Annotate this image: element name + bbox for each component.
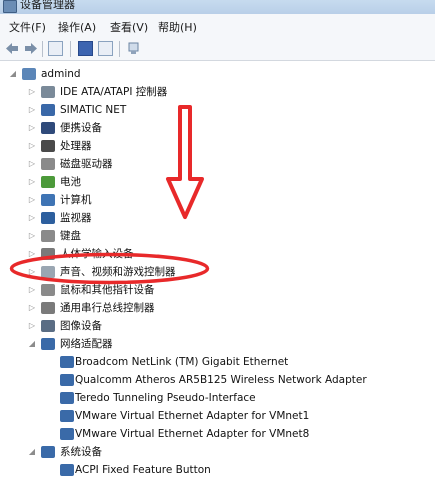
tree-node[interactable]: VMware Virtual Ethernet Adapter for VMne…: [0, 407, 435, 425]
tree-node[interactable]: ▷ 图像设备: [0, 317, 435, 335]
tree-node[interactable]: Broadcom NetLink (TM) Gigabit Ethernet: [0, 353, 435, 371]
network-adapter-icon: [60, 356, 74, 368]
tree-node[interactable]: ▷ 计算机: [0, 191, 435, 209]
tree-node-label: 通用串行总线控制器: [60, 302, 155, 314]
window-title: 设备管理器: [20, 0, 75, 11]
toolbar: [0, 38, 435, 61]
forward-icon[interactable]: [24, 41, 38, 56]
tree-node[interactable]: ◢ 网络适配器: [0, 335, 435, 353]
collapse-icon[interactable]: ◢: [8, 65, 18, 83]
tree-node[interactable]: ▷ 键盘: [0, 227, 435, 245]
tree-node[interactable]: ▷ 磁盘驱动器: [0, 155, 435, 173]
system-device-icon: [41, 446, 55, 458]
menu-view[interactable]: 查看(V): [110, 19, 148, 35]
tree-node[interactable]: ▷ IDE ATA/ATAPI 控制器: [0, 83, 435, 101]
expand-icon[interactable]: ▷: [27, 119, 37, 137]
tree-node[interactable]: ▷ 电池: [0, 173, 435, 191]
back-icon[interactable]: [5, 41, 19, 56]
menu-action[interactable]: 操作(A): [58, 19, 96, 35]
tree-node-label: 处理器: [60, 140, 92, 152]
expand-icon[interactable]: ▷: [27, 101, 37, 119]
tree-node[interactable]: ACPI Fixed Feature Button: [0, 461, 435, 479]
expand-icon[interactable]: ▷: [27, 317, 37, 335]
tree-node-label: VMware Virtual Ethernet Adapter for VMne…: [75, 410, 310, 422]
expand-icon[interactable]: ▷: [27, 137, 37, 155]
ide-controller-icon: [41, 86, 55, 98]
tree-node-label: VMware Virtual Ethernet Adapter for VMne…: [75, 428, 310, 440]
system-device-icon: [60, 464, 74, 476]
tree-node[interactable]: Qualcomm Atheros AR5B125 Wireless Networ…: [0, 371, 435, 389]
toolbar-separator: [119, 41, 120, 57]
tree-node-label: IDE ATA/ATAPI 控制器: [60, 86, 168, 98]
tree-node[interactable]: ▷ SIMATIC NET: [0, 101, 435, 119]
computer-icon: [22, 68, 36, 80]
collapse-icon[interactable]: ◢: [27, 443, 37, 461]
tree-node[interactable]: ◢ admind: [0, 65, 435, 83]
network-adapter-icon: [60, 374, 74, 386]
tree-node-label: Teredo Tunneling Pseudo-Interface: [75, 392, 256, 404]
menu-file[interactable]: 文件(F): [9, 19, 46, 35]
tree-node[interactable]: VMware Virtual Ethernet Adapter for VMne…: [0, 425, 435, 443]
tree-node[interactable]: ▷ 监视器: [0, 209, 435, 227]
expand-icon[interactable]: ▷: [27, 191, 37, 209]
tree-node-label: ACPI Fixed Feature Button: [75, 464, 211, 476]
tree-node[interactable]: ▷ 通用串行总线控制器: [0, 299, 435, 317]
tree-node-label: Qualcomm Atheros AR5B125 Wireless Networ…: [75, 374, 367, 386]
annotation-circle: [9, 252, 210, 285]
menu-bar: 文件(F) 操作(A) 查看(V) 帮助(H): [0, 14, 435, 39]
tree-node[interactable]: Teredo Tunneling Pseudo-Interface: [0, 389, 435, 407]
tree-node-label: admind: [41, 68, 81, 80]
tree-node[interactable]: ▷ 便携设备: [0, 119, 435, 137]
tree-node-label: SIMATIC NET: [60, 104, 127, 116]
disk-icon: [41, 158, 55, 170]
tree-node-label: 键盘: [60, 230, 81, 242]
tree-node-label: 磁盘驱动器: [60, 158, 113, 170]
portable-device-icon: [41, 122, 55, 134]
network-adapter-icon: [60, 428, 74, 440]
title-bar: 设备管理器: [0, 0, 435, 14]
tree-node[interactable]: ◢ 系统设备: [0, 443, 435, 461]
menu-help[interactable]: 帮助(H): [158, 19, 197, 35]
tree-node-label: 图像设备: [60, 320, 102, 332]
tree-node-label: 系统设备: [60, 446, 102, 458]
expand-icon[interactable]: ▷: [27, 227, 37, 245]
tree-node-label: 便携设备: [60, 122, 102, 134]
expand-icon[interactable]: ▷: [27, 209, 37, 227]
tree-node[interactable]: ▷ 处理器: [0, 137, 435, 155]
properties-icon[interactable]: [48, 41, 63, 56]
monitor-icon: [41, 212, 55, 224]
view-icon[interactable]: [98, 41, 113, 56]
camera-icon: [41, 320, 55, 332]
device-manager-icon: [3, 0, 17, 13]
expand-icon[interactable]: ▷: [27, 155, 37, 173]
scan-icon[interactable]: [126, 41, 141, 56]
tree-node-label: Broadcom NetLink (TM) Gigabit Ethernet: [75, 356, 289, 368]
computer-icon: [41, 194, 55, 206]
tree-node-label: 监视器: [60, 212, 92, 224]
network-adapter-icon: [41, 338, 55, 350]
toolbar-separator: [70, 41, 71, 57]
keyboard-icon: [41, 230, 55, 242]
network-icon: [41, 104, 55, 116]
tree-node-label: 电池: [60, 176, 81, 188]
network-adapter-icon: [60, 410, 74, 422]
expand-icon[interactable]: ▷: [27, 173, 37, 191]
network-adapter-icon: [60, 392, 74, 404]
toolbar-separator: [42, 41, 43, 57]
help-icon[interactable]: [78, 41, 93, 56]
tree-node-label: 网络适配器: [60, 338, 113, 350]
annotation-arrow: [166, 105, 204, 219]
usb-icon: [41, 302, 55, 314]
expand-icon[interactable]: ▷: [27, 299, 37, 317]
battery-icon: [41, 176, 55, 188]
collapse-icon[interactable]: ◢: [27, 335, 37, 353]
processor-icon: [41, 140, 55, 152]
tree-node-label: 计算机: [60, 194, 92, 206]
expand-icon[interactable]: ▷: [27, 83, 37, 101]
